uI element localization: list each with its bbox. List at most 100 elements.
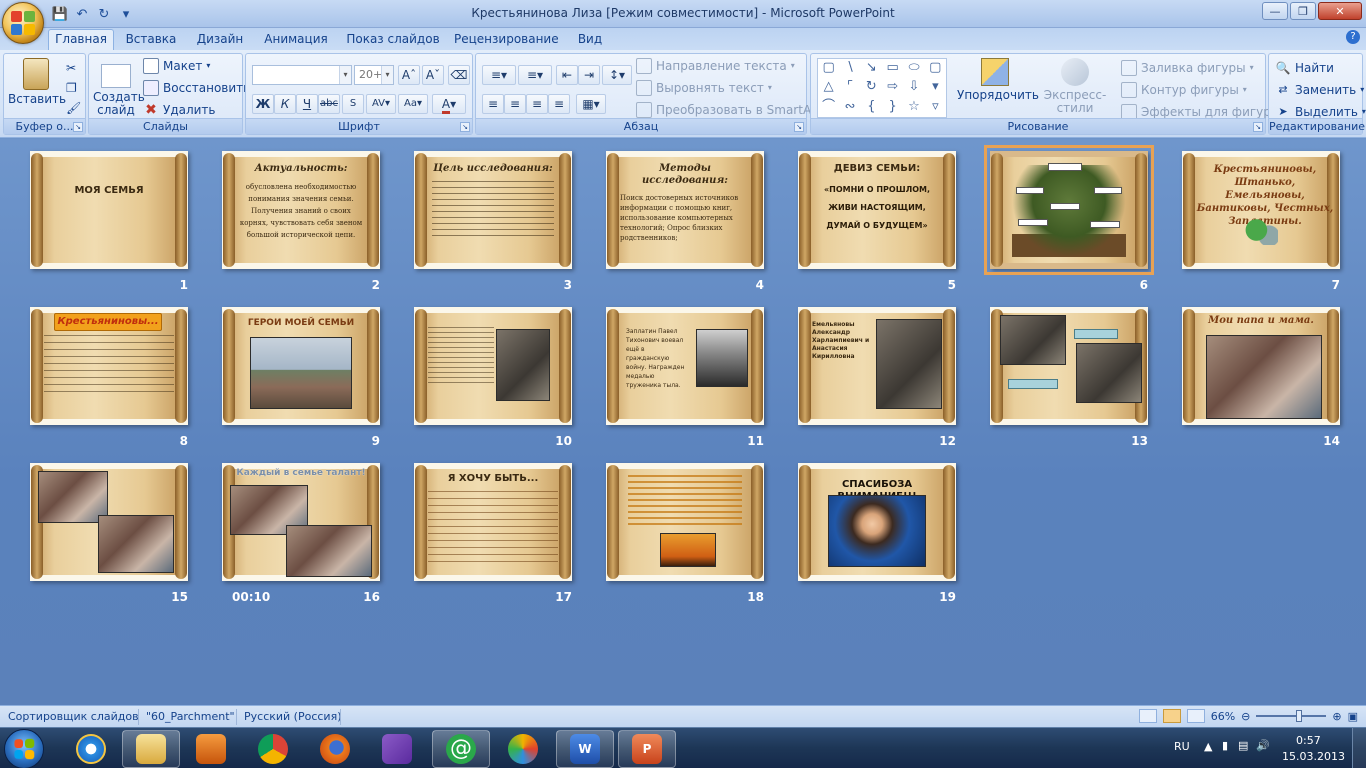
taskbar-media-player[interactable] — [182, 730, 240, 768]
paste-button[interactable]: Вставить — [8, 58, 66, 106]
input-language[interactable]: RU — [1174, 740, 1190, 753]
network-icon[interactable]: ▤ — [1238, 739, 1248, 752]
slide-thumbnail-19[interactable]: СПАСИБОЗА ВНИМАНИЕ!!! — [798, 463, 956, 581]
rounded-rect-shape-icon[interactable]: ▢ — [925, 59, 946, 78]
dialog-launcher-icon[interactable]: ↘ — [794, 122, 804, 132]
slide-thumbnail-1[interactable]: МОЯ СЕМЬЯ — [30, 151, 188, 269]
zoom-in-icon[interactable]: ⊕ — [1332, 710, 1341, 723]
fit-to-window-icon[interactable]: ▣ — [1348, 710, 1358, 723]
arrow-shape-icon[interactable]: ↘ — [861, 59, 882, 78]
show-hidden-icons[interactable]: ▲ — [1204, 740, 1212, 753]
star-shape-icon[interactable]: ☆ — [903, 98, 924, 117]
shadow-button[interactable]: S — [342, 94, 364, 114]
slide-thumbnail-5[interactable]: ДЕВИЗ СЕМЬИ: «ПОМНИ О ПРОШЛОМ, ЖИВИ НАСТ… — [798, 151, 956, 269]
tab-view[interactable]: Вид — [570, 30, 610, 50]
down-arrow-shape-icon[interactable]: ⇩ — [903, 78, 924, 97]
font-color-button[interactable]: A▾ — [432, 94, 466, 114]
slide-thumbnail-17[interactable]: Я ХОЧУ БЫТЬ... — [414, 463, 572, 581]
taskbar-firefox[interactable] — [306, 730, 364, 768]
zoom-slider[interactable] — [1256, 710, 1327, 722]
underline-button[interactable]: Ч — [296, 94, 318, 114]
replace-button[interactable]: ⇄ Заменить ▾ — [1275, 80, 1364, 100]
slide-thumbnail-15[interactable] — [30, 463, 188, 581]
shrink-font-button[interactable]: Aˇ — [422, 65, 444, 85]
taskbar-app[interactable] — [494, 730, 552, 768]
tab-slideshow[interactable]: Показ слайдов — [344, 30, 442, 50]
slide-thumbnail-16[interactable]: Каждый в семье талант! — [222, 463, 380, 581]
rect-shape-icon[interactable]: ▭ — [882, 59, 903, 78]
columns-button[interactable]: ▦▾ — [576, 94, 606, 114]
slide-thumbnail-6[interactable] — [984, 145, 1154, 275]
spacing-button[interactable]: AV▾ — [366, 94, 396, 114]
slide-thumbnail-4[interactable]: Методы исследования: Поиск достоверных и… — [606, 151, 764, 269]
elbow-shape-icon[interactable]: ⌜ — [839, 78, 860, 97]
bullets-button[interactable]: ≡▾ — [482, 65, 516, 85]
expand-gallery-icon[interactable]: ▿ — [925, 98, 946, 117]
help-icon[interactable]: ? — [1346, 30, 1360, 44]
cut-icon[interactable]: ✂ — [66, 58, 76, 78]
taskbar-chrome[interactable] — [244, 730, 302, 768]
quick-styles-button[interactable]: Экспресс-стили — [1033, 58, 1117, 115]
line-shape-icon[interactable]: ∖ — [839, 59, 860, 78]
triangle-shape-icon[interactable]: △ — [818, 78, 839, 97]
taskbar-visual-studio[interactable] — [368, 730, 426, 768]
arrange-button[interactable]: Упорядочить — [957, 58, 1039, 102]
smartart-button[interactable]: Преобразовать в SmartArt▾ — [636, 100, 829, 120]
start-button[interactable] — [4, 729, 44, 768]
slide-thumbnail-18[interactable] — [606, 463, 764, 581]
line-spacing-button[interactable]: ↕▾ — [602, 65, 632, 85]
case-button[interactable]: Aa▾ — [398, 94, 428, 114]
font-size-combo[interactable]: 20+ ▾ — [354, 65, 394, 85]
shape-fill-button[interactable]: Заливка фигуры ▾ — [1121, 58, 1254, 78]
grow-font-button[interactable]: Aˆ — [398, 65, 420, 85]
slide-thumbnail-7[interactable]: Крестьяниновы, Штанько, Емельяновы, Бант… — [1182, 151, 1340, 269]
zoom-level[interactable]: 66% — [1211, 710, 1235, 723]
right-arrow-shape-icon[interactable]: ⇨ — [882, 78, 903, 97]
align-left-button[interactable]: ≡ — [482, 94, 504, 114]
delete-button[interactable]: ✖ Удалить — [143, 100, 215, 120]
arc-shape-icon[interactable]: ∾ — [839, 98, 860, 117]
office-button[interactable] — [2, 2, 44, 44]
layout-button[interactable]: Макет ▾ — [143, 56, 210, 76]
slide-thumbnail-3[interactable]: Цель исследования: — [414, 151, 572, 269]
slide-sorter-view-button[interactable] — [1162, 709, 1181, 723]
device-icon[interactable]: ▮ — [1222, 739, 1228, 752]
slideshow-view-button[interactable] — [1186, 709, 1205, 723]
tab-home[interactable]: Главная — [48, 29, 114, 51]
increase-indent-button[interactable]: ⇥ — [578, 65, 600, 85]
shape-outline-button[interactable]: Контур фигуры ▾ — [1121, 80, 1247, 100]
brace-right-icon[interactable]: } — [882, 98, 903, 117]
format-painter-icon[interactable]: 🖌 — [66, 98, 81, 118]
align-right-button[interactable]: ≡ — [526, 94, 548, 114]
taskbar-word[interactable]: W — [556, 730, 614, 768]
italic-button[interactable]: К — [274, 94, 296, 114]
copy-icon[interactable]: ❐ — [66, 78, 77, 98]
clock-time[interactable]: 0:57 — [1296, 734, 1321, 747]
slide-thumbnail-11[interactable]: Заплатин Павел Тихонович воевал ещё в гр… — [606, 307, 764, 425]
oval-shape-icon[interactable]: ⬭ — [903, 59, 924, 78]
show-desktop-button[interactable] — [1352, 728, 1366, 768]
more-shapes-icon[interactable]: ▾ — [925, 78, 946, 97]
decrease-indent-button[interactable]: ⇤ — [556, 65, 578, 85]
textbox-shape-icon[interactable]: ▢ — [818, 59, 839, 78]
close-button[interactable]: ✕ — [1318, 2, 1362, 20]
tab-review[interactable]: Рецензирование — [454, 30, 559, 50]
slide-thumbnail-10[interactable] — [414, 307, 572, 425]
slide-thumbnail-13[interactable] — [990, 307, 1148, 425]
taskbar-explorer[interactable] — [122, 730, 180, 768]
status-language[interactable]: Русский (Россия) — [244, 710, 342, 723]
align-center-button[interactable]: ≡ — [504, 94, 526, 114]
bold-button[interactable]: Ж — [252, 94, 274, 114]
justify-button[interactable]: ≡ — [548, 94, 570, 114]
status-theme[interactable]: "60_Parchment" — [146, 710, 235, 723]
strikethrough-button[interactable]: abc — [318, 94, 340, 114]
dialog-launcher-icon[interactable]: ↘ — [73, 122, 83, 132]
tab-design[interactable]: Дизайн — [192, 30, 248, 50]
brace-left-icon[interactable]: { — [861, 98, 882, 117]
normal-view-button[interactable] — [1138, 709, 1157, 723]
slide-thumbnail-12[interactable]: Емельяновы Александр Харлампиевич и Анас… — [798, 307, 956, 425]
align-text-button[interactable]: Выровнять текст ▾ — [636, 78, 772, 98]
slide-thumbnail-14[interactable]: Мои папа и мама. — [1182, 307, 1340, 425]
tab-animation[interactable]: Анимация — [260, 30, 332, 50]
dialog-launcher-icon[interactable]: ↘ — [1253, 122, 1263, 132]
